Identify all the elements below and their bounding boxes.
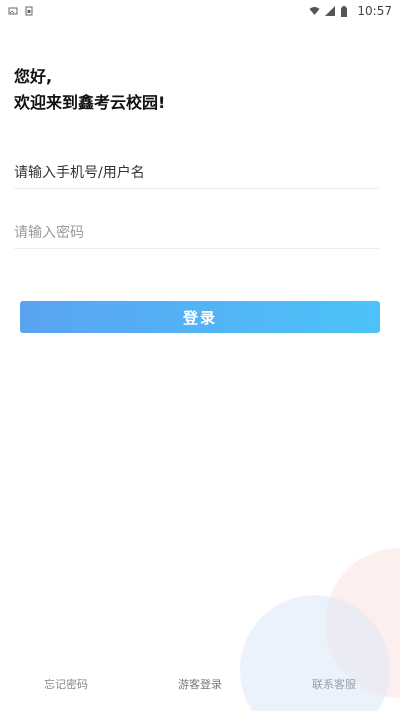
greeting-line-2: 欢迎来到鑫考云校园! <box>14 93 166 112</box>
battery-icon <box>341 6 351 17</box>
login-screen: 10:57 您好, 欢迎来到鑫考云校园! 登录 忘记密码 游客登录 联系客服 <box>0 0 400 711</box>
status-right: 10:57 <box>309 4 392 18</box>
footer-links: 忘记密码 游客登录 联系客服 <box>0 676 400 694</box>
password-field <box>14 218 380 249</box>
greeting-line-1: 您好, <box>14 67 53 86</box>
status-bar: 10:57 <box>0 0 400 22</box>
login-button[interactable]: 登录 <box>20 301 380 333</box>
forgot-password-link[interactable]: 忘记密码 <box>44 676 88 692</box>
username-input[interactable] <box>14 158 380 188</box>
guest-login-link[interactable]: 游客登录 <box>178 676 222 692</box>
password-input[interactable] <box>14 218 380 248</box>
wifi-icon <box>309 6 320 16</box>
sim-icon <box>24 6 34 16</box>
username-field <box>14 158 380 189</box>
status-left <box>8 6 34 16</box>
greeting: 您好, 欢迎来到鑫考云校园! <box>14 64 165 116</box>
cellular-signal-icon <box>325 6 336 16</box>
contact-support-link[interactable]: 联系客服 <box>312 676 356 692</box>
image-icon <box>8 6 18 16</box>
status-time: 10:57 <box>357 4 392 18</box>
